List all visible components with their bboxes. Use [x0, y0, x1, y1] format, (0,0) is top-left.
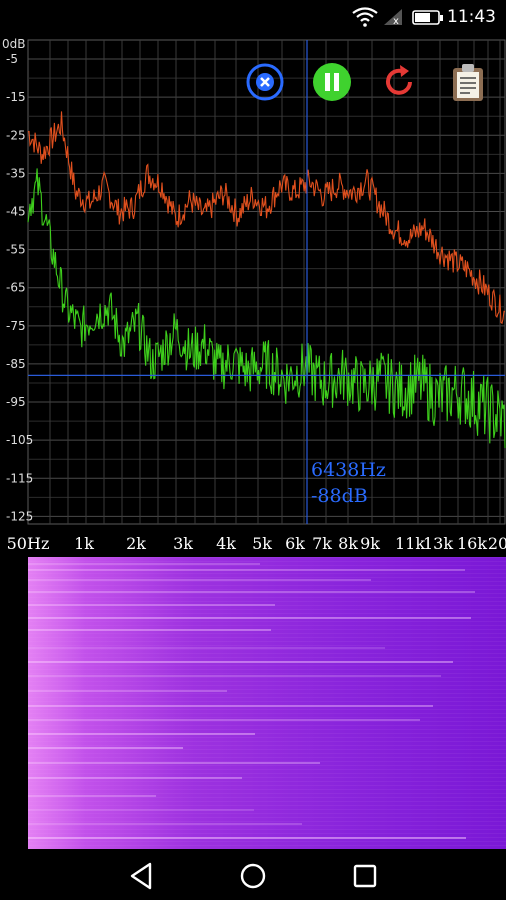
spectrogram-band [28, 747, 183, 749]
spectrogram-band [28, 762, 320, 764]
x-tick-label: 1k [74, 534, 94, 553]
refresh-icon [386, 65, 412, 95]
navigation-bar [0, 850, 506, 900]
home-button[interactable] [235, 858, 271, 894]
spectrogram-band [28, 823, 302, 825]
spectrogram-band [28, 604, 275, 606]
y-tick-label: -55 [6, 243, 26, 257]
x-tick-label: 16k [457, 534, 487, 553]
home-circle-icon [240, 863, 266, 889]
spectrogram-band [28, 690, 227, 692]
pause-circle-icon [313, 63, 351, 101]
x-tick-label: 5k [252, 534, 272, 553]
y-tick-label: -5 [6, 52, 18, 66]
x-tick-label: 20 [488, 534, 506, 553]
y-tick-label: -35 [6, 166, 26, 180]
spectrogram-band [28, 733, 255, 735]
y-tick-label: -125 [6, 509, 33, 523]
spectrogram-band [28, 563, 260, 565]
y-tick-label: -25 [6, 128, 26, 142]
clear-button[interactable] [245, 62, 285, 102]
y-tick-label: -65 [6, 281, 26, 295]
spectrogram-band [28, 809, 254, 811]
clipboard-icon [453, 64, 483, 101]
y-tick-label: -45 [6, 204, 26, 218]
plot-grid [27, 39, 506, 525]
peak-hold-trace [27, 111, 506, 325]
pause-button[interactable] [312, 62, 352, 102]
x-tick-label: 11k [395, 534, 425, 553]
y-tick-label: -15 [6, 90, 26, 104]
spectrum-plot[interactable]: -5 -15 -25 -35 -45 -55 -65 -75 -85 -95 -105 -115 -12… [0, 34, 506, 557]
battery-icon [412, 7, 444, 31]
x-tick-label: 50Hz [7, 534, 50, 553]
status-bar: x 11:43 [0, 0, 506, 34]
spectrogram-band [28, 705, 433, 707]
wifi-icon [352, 7, 378, 31]
back-triangle-icon [130, 862, 152, 890]
spectrogram-band [28, 675, 441, 677]
x-tick-label: 8k [338, 534, 358, 553]
recents-button[interactable] [347, 858, 383, 894]
cursor-level-readout: -88dB [311, 485, 368, 507]
spectrogram-band [28, 579, 371, 581]
x-tick-label: 7k [312, 534, 332, 553]
x-tick-label: 9k [360, 534, 380, 553]
spectrogram-band [28, 795, 156, 797]
y-tick-label: -115 [6, 471, 33, 485]
spectrogram-band [28, 661, 453, 663]
recents-square-icon [353, 864, 377, 888]
spectrogram-band [28, 777, 242, 779]
series-layer [27, 111, 506, 449]
spectrogram-band [28, 617, 471, 619]
clipboard-button[interactable] [448, 62, 488, 102]
cursor-frequency-readout: 6438Hz [311, 459, 386, 481]
x-tick-label: 6k [285, 534, 305, 553]
signal-icon: x [382, 7, 406, 31]
x-tick-label: 2k [126, 534, 146, 553]
spectrogram-band [28, 647, 385, 649]
svg-text:x: x [393, 16, 399, 27]
close-circle-icon [246, 63, 284, 101]
x-tick-label: 13k [423, 534, 453, 553]
spectrogram-band [28, 629, 271, 631]
y-tick-label: -105 [6, 433, 33, 447]
x-axis-labels: 50Hz 1k 2k 3k 4k 5k 6k 7k 8k 9k 11k13k 16k 20 [7, 534, 506, 553]
y-tick-label: -95 [6, 395, 26, 409]
y-tick-label: -85 [6, 357, 26, 371]
spectrogram-band [28, 719, 420, 721]
x-tick-label: 3k [173, 534, 193, 553]
spectrogram-band [28, 837, 466, 839]
plot-frame [27, 39, 506, 525]
spectrogram-band [28, 591, 475, 593]
x-tick-label: 4k [216, 534, 236, 553]
spectrogram-view[interactable] [28, 557, 506, 849]
clock: 11:43 [447, 7, 496, 27]
y-axis-unit-label: 0dB [2, 37, 25, 51]
spectrogram-band [28, 569, 465, 571]
y-tick-label: -75 [6, 319, 26, 333]
back-button[interactable] [123, 858, 159, 894]
refresh-button[interactable] [379, 62, 419, 102]
